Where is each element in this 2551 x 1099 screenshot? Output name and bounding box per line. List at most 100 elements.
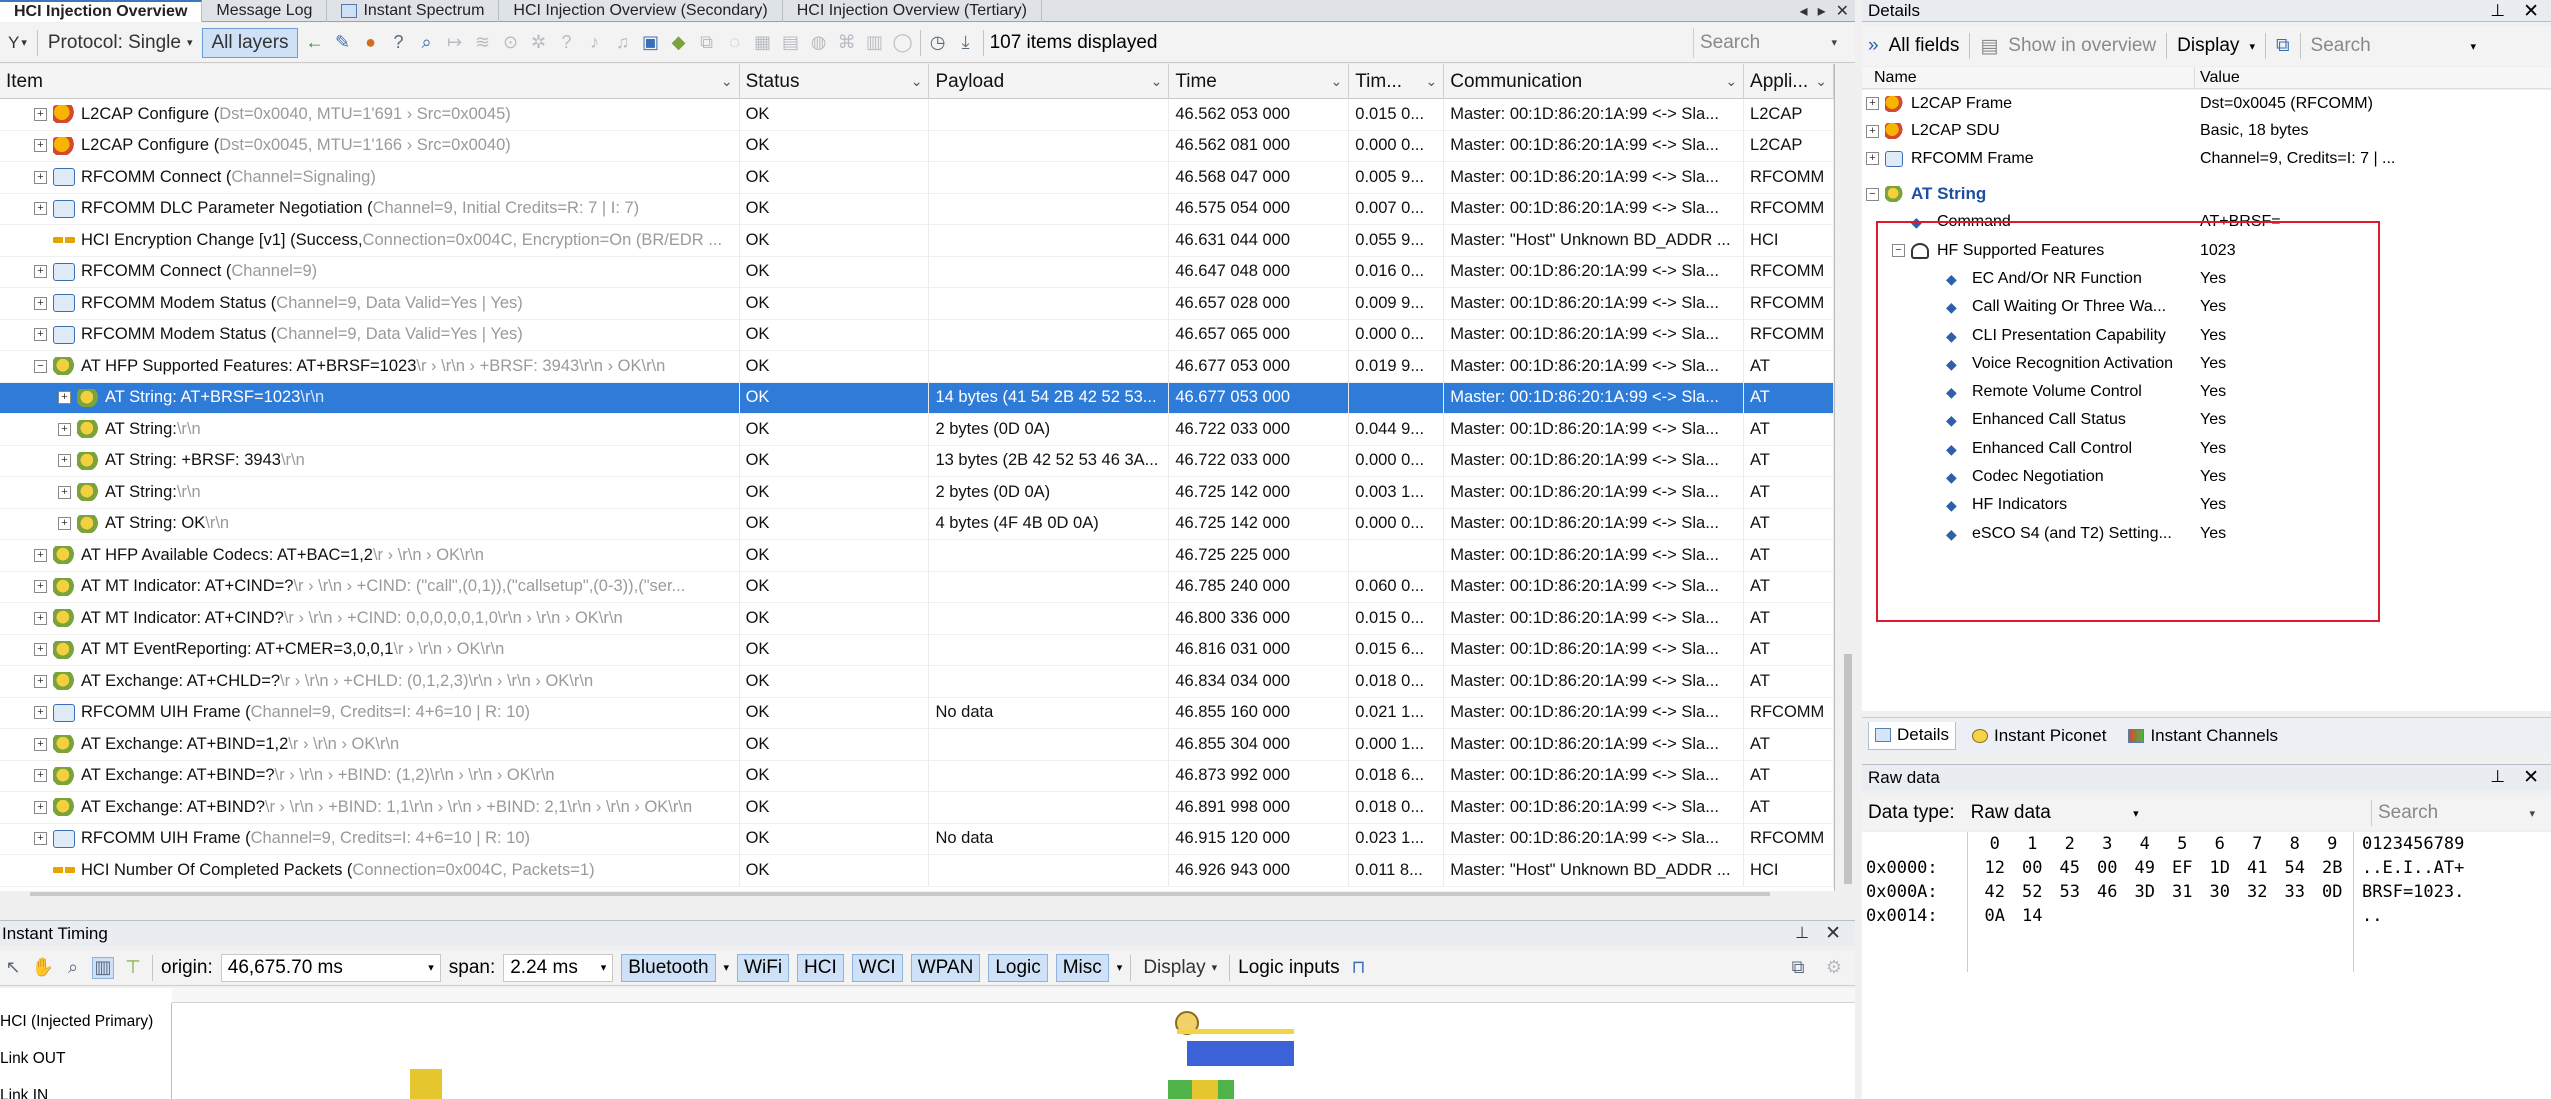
expand-icon[interactable]: +: [34, 170, 47, 184]
hex-byte[interactable]: 41: [2239, 858, 2277, 878]
column-header[interactable]: Tim... ⌄: [1349, 64, 1445, 99]
scrollbar-thumb[interactable]: [1844, 654, 1852, 884]
download-icon[interactable]: ⤓: [955, 32, 977, 54]
close-icon[interactable]: ✕: [2523, 766, 2539, 789]
filter-wpan[interactable]: WPAN: [910, 953, 981, 982]
tab-details[interactable]: Details: [1868, 721, 1956, 750]
table-row[interactable]: + L2CAP Configure (Dst=0x0040, MTU=1'691 …: [0, 99, 1834, 131]
pin-icon[interactable]: ⊥: [2490, 767, 2505, 787]
filter-misc[interactable]: Misc: [1055, 953, 1109, 982]
hex-byte[interactable]: 00: [2089, 858, 2127, 878]
grid-horizontal-scrollbar[interactable]: [30, 892, 1770, 896]
origin-field[interactable]: 46,675.70 ms ▾: [220, 953, 441, 982]
column-header[interactable]: Payload ⌄: [929, 64, 1170, 99]
column-header[interactable]: Communication ⌄: [1444, 64, 1745, 99]
hex-byte[interactable]: 1D: [2201, 858, 2239, 878]
table-row[interactable]: + AT String: OK \r\n OK 4 bytes (4F 4B 0D 0A…: [0, 508, 1834, 540]
grid-icon[interactable]: ▦: [752, 32, 774, 54]
double-chevron-icon[interactable]: »: [1868, 35, 1879, 57]
hex-byte[interactable]: 32: [2239, 882, 2277, 902]
hex-byte[interactable]: 42: [1976, 882, 2014, 902]
waveform-icon[interactable]: ⊓: [1348, 957, 1370, 979]
expand-icon[interactable]: +: [34, 643, 47, 657]
hex-byte[interactable]: 54: [2276, 858, 2314, 878]
table-row[interactable]: + AT MT Indicator: AT+CIND=? \r › \r\n › +…: [0, 571, 1834, 603]
hex-byte[interactable]: 0A: [1976, 906, 2014, 926]
expand-icon[interactable]: +: [34, 769, 47, 783]
table-row[interactable]: + AT String: AT+BRSF=1023 \r\n OK 14 bytes (…: [0, 382, 1834, 414]
table-row[interactable]: + RFCOMM Modem Status (Channel=9, Data Va…: [0, 288, 1834, 320]
expand-icon[interactable]: +: [34, 265, 47, 279]
export-icon[interactable]: ⧉: [2276, 35, 2290, 57]
info-icon[interactable]: ?: [388, 32, 410, 54]
expand-icon[interactable]: +: [34, 737, 47, 751]
table-row[interactable]: + AT Exchange: AT+BIND=? \r › \r\n › +BIND…: [0, 760, 1834, 792]
tab-hci-injection-overview[interactable]: HCI Injection Overview: [0, 0, 203, 22]
hex-byte[interactable]: 49: [2126, 858, 2164, 878]
nav-icon[interactable]: ↦: [444, 32, 466, 54]
column-header[interactable]: Appli... ⌄: [1744, 64, 1834, 99]
question-icon[interactable]: ?: [556, 32, 578, 54]
protocol-dropdown[interactable]: Protocol: Single ▾: [44, 28, 197, 58]
expand-icon[interactable]: +: [1866, 152, 1879, 165]
expand-icon[interactable]: +: [34, 611, 47, 625]
hex-byte[interactable]: 53: [2051, 882, 2089, 902]
pin-icon[interactable]: ⊥: [1795, 923, 1809, 943]
grid-vertical-scrollbar[interactable]: [1841, 64, 1855, 891]
marker-icon[interactable]: ⊤: [122, 957, 144, 979]
hex-byte[interactable]: 2B: [2314, 858, 2352, 878]
details-row[interactable]: − AT String: [1862, 181, 2551, 208]
table-row[interactable]: + RFCOMM DLC Parameter Negotiation (Chann…: [0, 193, 1834, 225]
hex-byte[interactable]: 30: [2201, 882, 2239, 902]
zoom-icon[interactable]: ⌕: [62, 957, 84, 979]
protocol-icon[interactable]: ●: [360, 32, 382, 54]
close-icon[interactable]: ✕: [2523, 0, 2539, 23]
hex-byte[interactable]: 0D: [2314, 882, 2352, 902]
hex-byte[interactable]: 46: [2089, 882, 2127, 902]
value-column-header[interactable]: Value: [2200, 69, 2240, 87]
expand-icon[interactable]: +: [34, 800, 47, 814]
chevron-down-icon[interactable]: ▾: [1117, 961, 1123, 974]
options-icon[interactable]: ⚙: [1823, 957, 1845, 979]
merge-icon[interactable]: ≋: [472, 32, 494, 54]
expand-icon[interactable]: +: [34, 706, 47, 720]
pin-icon[interactable]: ⊥: [2490, 1, 2505, 21]
mouse-icon[interactable]: ⊙: [500, 32, 522, 54]
filter-bluetooth[interactable]: Bluetooth: [621, 953, 716, 982]
table-row[interactable]: + AT MT Indicator: AT+CIND? \r › \r\n › +C…: [0, 603, 1834, 635]
hex-line[interactable]: 0x0000: 12 00 45 00 49 EF 1D 41 54 2B ..E.I..AT+: [1866, 856, 2464, 880]
filter-wci[interactable]: WCI: [851, 953, 903, 982]
table-row[interactable]: + RFCOMM Connect (Channel=Signaling) OK 46.…: [0, 162, 1834, 194]
network-icon[interactable]: ⌘: [836, 32, 858, 54]
expand-icon[interactable]: +: [58, 422, 71, 436]
hex-byte[interactable]: 12: [1976, 858, 2014, 878]
table-row[interactable]: + AT HFP Available Codecs: AT+BAC=1,2 \r ›…: [0, 540, 1834, 572]
details-row[interactable]: + L2CAP SDU Basic, 18 bytes: [1862, 118, 2551, 145]
table-row[interactable]: + AT MT EventReporting: AT+CMER=3,0,0,1 \r…: [0, 634, 1834, 666]
expand-icon[interactable]: +: [34, 832, 47, 846]
close-icon[interactable]: ✕: [1825, 922, 1841, 945]
collapse-icon[interactable]: −: [34, 359, 47, 373]
chevron-down-icon[interactable]: ⌄: [1815, 73, 1827, 90]
settings-icon[interactable]: ✲: [528, 32, 550, 54]
at-icon[interactable]: ◆: [668, 32, 690, 54]
expand-icon[interactable]: +: [34, 296, 47, 310]
expand-icon[interactable]: +: [34, 674, 47, 688]
display-dropdown[interactable]: Display: [2177, 35, 2239, 57]
close-icon[interactable]: ✕: [1836, 1, 1849, 21]
expand-icon[interactable]: +: [58, 454, 71, 468]
table-row[interactable]: + AT String: \r\n OK 2 bytes (0D 0A) 46.725 …: [0, 477, 1834, 509]
edit-icon[interactable]: ✎: [332, 32, 354, 54]
globe-icon[interactable]: ◍: [808, 32, 830, 54]
circle-icon[interactable]: ◌: [724, 32, 746, 54]
chevron-down-icon[interactable]: ⌄: [1151, 73, 1163, 90]
column-header[interactable]: Status ⌄: [740, 64, 930, 99]
table-row[interactable]: − AT HFP Supported Features: AT+BRSF=1023…: [0, 351, 1834, 383]
monitor-icon[interactable]: ▣: [640, 32, 662, 54]
tab-instant-spectrum[interactable]: Instant Spectrum: [327, 0, 500, 22]
export-icon[interactable]: ⧉: [1787, 957, 1809, 979]
table-row[interactable]: + AT Exchange: AT+BIND? \r › \r\n › +BIND:…: [0, 792, 1834, 824]
layers-icon[interactable]: ⧉: [696, 32, 718, 54]
stop-icon[interactable]: ◯: [892, 32, 914, 54]
expand-icon[interactable]: +: [34, 202, 47, 216]
